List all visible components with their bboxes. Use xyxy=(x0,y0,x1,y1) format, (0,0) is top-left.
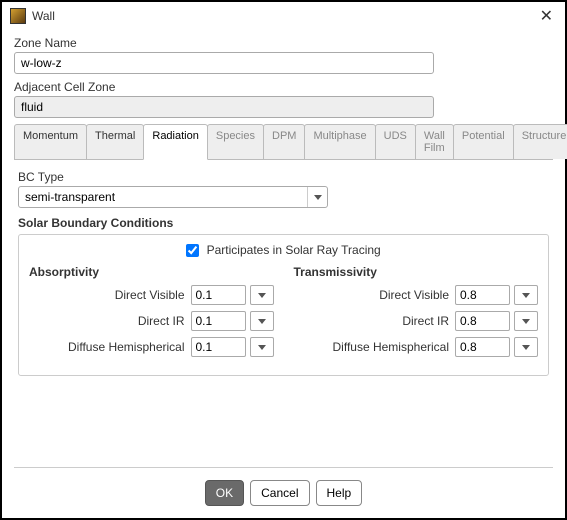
cancel-button[interactable]: Cancel xyxy=(250,480,309,506)
transmissivity-row: Direct IR xyxy=(294,311,539,331)
transmissivity-label: Direct Visible xyxy=(294,288,456,302)
absorptivity-input[interactable] xyxy=(191,285,246,305)
dropdown-button[interactable] xyxy=(250,311,274,331)
tab-uds: UDS xyxy=(375,124,416,159)
transmissivity-row: Diffuse Hemispherical xyxy=(294,337,539,357)
solar-group: Participates in Solar Ray Tracing Absorp… xyxy=(18,234,549,376)
transmissivity-input[interactable] xyxy=(455,311,510,331)
dropdown-button[interactable] xyxy=(514,285,538,305)
chevron-down-icon xyxy=(522,345,530,350)
bc-type-select[interactable] xyxy=(18,186,328,208)
absorptivity-input[interactable] xyxy=(191,311,246,331)
transmissivity-label: Diffuse Hemispherical xyxy=(294,340,456,354)
transmissivity-input[interactable] xyxy=(455,337,510,357)
radiation-tab-body: BC Type Solar Boundary Conditions Partic… xyxy=(14,160,553,380)
adjacent-zone-input[interactable] xyxy=(14,96,434,118)
chevron-down-icon xyxy=(522,293,530,298)
chevron-down-icon xyxy=(258,293,266,298)
tab-bar: MomentumThermalRadiationSpeciesDPMMultip… xyxy=(14,124,553,160)
tab-momentum[interactable]: Momentum xyxy=(14,124,87,159)
chevron-down-icon xyxy=(258,319,266,324)
dropdown-button[interactable] xyxy=(514,311,538,331)
solar-section-title: Solar Boundary Conditions xyxy=(18,216,549,230)
tab-structure: Structure xyxy=(513,124,567,159)
chevron-down-icon xyxy=(258,345,266,350)
titlebar: Wall ✕ xyxy=(2,2,565,30)
absorptivity-row: Diffuse Hemispherical xyxy=(29,337,274,357)
absorptivity-title: Absorptivity xyxy=(29,265,274,279)
wall-dialog: Wall ✕ Zone Name Adjacent Cell Zone Mome… xyxy=(0,0,567,520)
dialog-footer: OK Cancel Help xyxy=(2,468,565,518)
solar-ray-tracing-label: Participates in Solar Ray Tracing xyxy=(207,243,381,257)
absorptivity-label: Diffuse Hemispherical xyxy=(29,340,191,354)
adjacent-zone-label: Adjacent Cell Zone xyxy=(14,80,553,94)
dropdown-button[interactable] xyxy=(250,337,274,357)
help-button[interactable]: Help xyxy=(316,480,363,506)
bc-type-label: BC Type xyxy=(18,170,549,184)
tab-dpm: DPM xyxy=(263,124,305,159)
ok-button[interactable]: OK xyxy=(205,480,244,506)
chevron-down-icon xyxy=(522,319,530,324)
tab-species: Species xyxy=(207,124,264,159)
dropdown-button[interactable] xyxy=(514,337,538,357)
tab-multiphase: Multiphase xyxy=(304,124,375,159)
tab-thermal[interactable]: Thermal xyxy=(86,124,144,159)
window-title: Wall xyxy=(32,9,536,23)
transmissivity-column: Transmissivity Direct Visible Direct IR Di… xyxy=(294,265,539,363)
transmissivity-input[interactable] xyxy=(455,285,510,305)
solar-ray-tracing-checkbox[interactable] xyxy=(186,244,199,257)
absorptivity-column: Absorptivity Direct Visible Direct IR Diff… xyxy=(29,265,274,363)
tab-radiation[interactable]: Radiation xyxy=(143,124,207,160)
zone-name-input[interactable] xyxy=(14,52,434,74)
dropdown-button[interactable] xyxy=(250,285,274,305)
absorptivity-row: Direct Visible xyxy=(29,285,274,305)
absorptivity-label: Direct Visible xyxy=(29,288,191,302)
zone-name-label: Zone Name xyxy=(14,36,553,50)
absorptivity-label: Direct IR xyxy=(29,314,191,328)
app-icon xyxy=(10,8,26,24)
absorptivity-input[interactable] xyxy=(191,337,246,357)
dialog-content: Zone Name Adjacent Cell Zone MomentumThe… xyxy=(2,30,565,467)
transmissivity-label: Direct IR xyxy=(294,314,456,328)
tab-wall-film: Wall Film xyxy=(415,124,454,159)
transmissivity-title: Transmissivity xyxy=(294,265,539,279)
tab-potential: Potential xyxy=(453,124,514,159)
close-icon[interactable]: ✕ xyxy=(536,6,557,26)
absorptivity-row: Direct IR xyxy=(29,311,274,331)
transmissivity-row: Direct Visible xyxy=(294,285,539,305)
